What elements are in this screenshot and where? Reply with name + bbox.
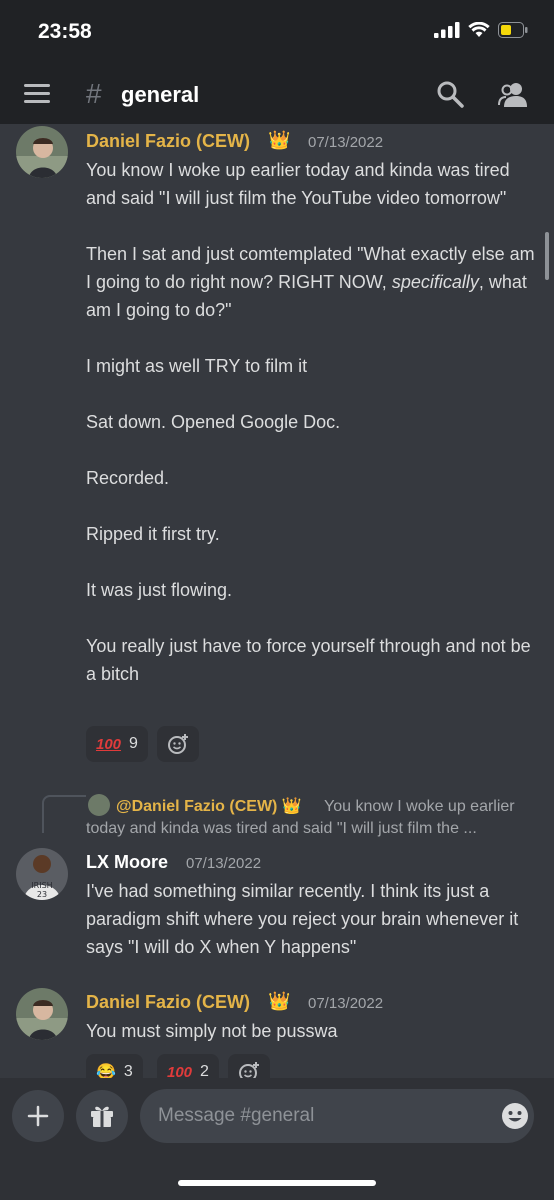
svg-text:IRISH: IRISH — [31, 881, 52, 890]
message-author[interactable]: LX Moore — [86, 852, 168, 873]
gift-icon — [91, 1106, 113, 1127]
hundred-points-icon: 100 — [167, 1063, 193, 1079]
status-icons — [434, 22, 528, 38]
message-timestamp: 07/13/2022 — [308, 134, 384, 151]
crown-icon: 👑 — [281, 798, 302, 815]
message-timestamp: 07/13/2022 — [308, 995, 384, 1012]
crown-icon: 👑 — [268, 130, 291, 150]
message-composer — [0, 1078, 554, 1200]
reaction-laughing[interactable]: 😂 3 — [86, 1054, 143, 1078]
scrollbar[interactable] — [545, 232, 549, 280]
avatar[interactable] — [16, 988, 68, 1040]
add-reaction-icon — [168, 734, 188, 754]
message-content: I've had something similar recently. I t… — [86, 881, 519, 957]
battery-icon — [498, 22, 528, 38]
status-bar: 23:58 — [0, 0, 554, 64]
message-paragraph: Then I sat and just comtemplated "What e… — [86, 244, 535, 320]
menu-icon[interactable] — [24, 84, 50, 104]
message-paragraph: It was just flowing. — [86, 580, 233, 600]
avatar[interactable] — [16, 126, 68, 178]
cellular-signal-icon — [434, 22, 460, 38]
channel-name[interactable]: general — [121, 82, 199, 108]
message-author[interactable]: Daniel Fazio (CEW) — [86, 992, 250, 1013]
channel-header: # general — [0, 64, 554, 124]
message-paragraph: You really just have to force yourself t… — [86, 636, 531, 684]
hundred-points-icon: 100 — [96, 735, 122, 753]
message-input[interactable] — [140, 1089, 534, 1143]
reply-author[interactable]: @Daniel Fazio (CEW) 👑 — [116, 796, 302, 816]
laughing-emoji-icon: 😂 — [96, 1064, 116, 1078]
reaction-count: 9 — [129, 735, 138, 752]
wifi-icon — [468, 22, 490, 37]
message-timestamp: 07/13/2022 — [186, 855, 262, 872]
search-icon[interactable] — [436, 80, 464, 108]
message-paragraph: Ripped it first try. — [86, 524, 220, 544]
add-reaction-icon — [239, 1062, 259, 1078]
gift-button[interactable] — [76, 1090, 128, 1142]
reply-preview-continued[interactable]: today and kinda was tired and said "I wi… — [86, 820, 477, 838]
status-time: 23:58 — [38, 20, 92, 43]
attach-button[interactable] — [12, 1090, 64, 1142]
message-author[interactable]: Daniel Fazio (CEW) — [86, 131, 250, 152]
message-list[interactable]: Daniel Fazio (CEW) 👑 07/13/2022 You know… — [0, 124, 554, 1078]
reaction-count: 3 — [123, 1063, 133, 1078]
message-paragraph: I might as well TRY to film it — [86, 356, 308, 376]
members-icon[interactable] — [498, 80, 528, 108]
channel-hash-icon: # — [86, 78, 102, 109]
message-content: You must simply not be pusswa — [86, 1021, 338, 1041]
home-indicator — [178, 1180, 376, 1186]
reaction-hundred[interactable]: 100 9 — [86, 726, 148, 762]
message-paragraph: Sat down. Opened Google Doc. — [86, 412, 341, 432]
message-paragraph: Recorded. — [86, 468, 170, 488]
crown-icon: 👑 — [268, 991, 291, 1011]
avatar[interactable]: IRISH 23 — [16, 848, 68, 900]
add-reaction-button[interactable] — [228, 1054, 270, 1078]
reaction-count: 2 — [200, 1063, 209, 1078]
add-reaction-button[interactable] — [157, 726, 199, 762]
reply-preview[interactable]: You know I woke up earlier — [324, 798, 515, 816]
plus-icon — [27, 1105, 49, 1127]
reply-avatar — [88, 794, 110, 816]
svg-text:23: 23 — [37, 890, 47, 899]
reply-connector — [42, 795, 86, 833]
reaction-hundred[interactable]: 100 2 — [157, 1054, 219, 1078]
message-paragraph: You know I woke up earlier today and kin… — [86, 160, 510, 208]
message-content: You know I woke up earlier today and kin… — [86, 156, 536, 688]
emoji-picker-icon[interactable] — [500, 1101, 530, 1131]
